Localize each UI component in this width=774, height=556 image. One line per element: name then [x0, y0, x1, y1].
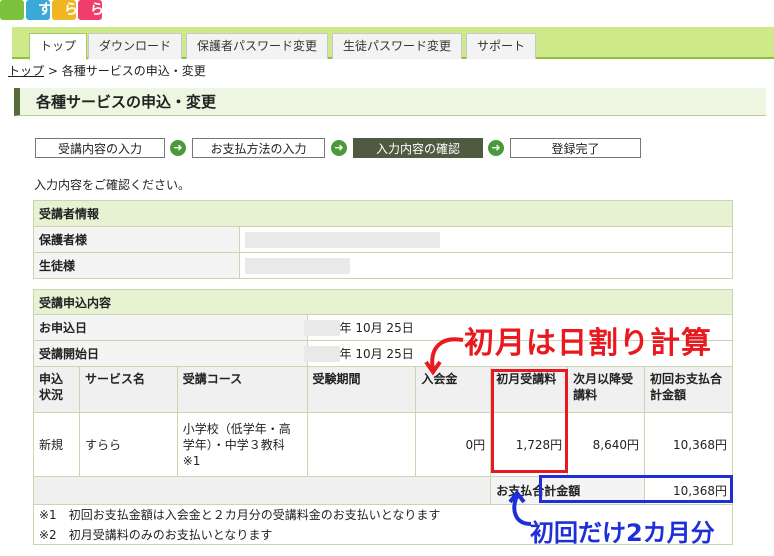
app-logo[interactable]: すらら [0, 0, 124, 22]
breadcrumb: トップ > 各種サービスの申込・変更 [8, 62, 206, 79]
step-input: 受講内容の入力 [35, 138, 165, 158]
guardian-label: 保護者様 [33, 226, 240, 253]
annotation-red: 初月は日割り計算 [464, 326, 712, 361]
section-header: 受講申込内容 [33, 289, 733, 315]
row-status: 新規 [33, 412, 80, 477]
breadcrumb-separator: > [47, 64, 58, 78]
apply-date-label: お申込日 [33, 314, 308, 341]
row-service: すらら [78, 412, 178, 477]
tab-guardian-password[interactable]: 保護者パスワード変更 [186, 33, 329, 59]
student-info-table: 受講者情報 保護者様 生徒様 [33, 200, 733, 279]
highlight-first-month [491, 369, 568, 473]
table-row: 新規 すらら 小学校（低学年・高学年）・中学３教科 ※1 0円 1,728円 8,… [33, 412, 733, 477]
col-next-month-fee: 次月以降受講料 [567, 366, 646, 413]
arrow-right-icon: ➜ [331, 140, 347, 156]
instruction-text: 入力内容をご確認ください。 [34, 178, 191, 192]
start-date-label: 受講開始日 [33, 340, 308, 367]
section-header: 受講者情報 [33, 200, 733, 227]
row-first-total: 10,368円 [644, 412, 733, 477]
logo-leaf-icon [0, 0, 24, 20]
arrow-right-icon: ➜ [488, 140, 504, 156]
highlight-total [539, 475, 733, 503]
row-period [306, 412, 417, 477]
tab-download[interactable]: ダウンロード [88, 33, 183, 59]
tab-student-password[interactable]: 生徒パスワード変更 [332, 33, 463, 59]
col-status: 申込状況 [33, 366, 80, 413]
arrow-right-icon: ➜ [170, 140, 186, 156]
breadcrumb-current: 各種サービスの申込・変更 [61, 64, 206, 78]
row-entry-fee: 0円 [415, 412, 492, 477]
col-first-total: 初回お支払合計金額 [644, 366, 733, 413]
page-title: 各種サービスの申込・変更 [14, 88, 766, 116]
breadcrumb-home-link[interactable]: トップ [8, 64, 44, 78]
tab-top[interactable]: トップ [29, 33, 88, 60]
tab-support[interactable]: サポート [466, 33, 537, 59]
student-value [239, 252, 733, 279]
row-course: 小学校（低学年・高学年）・中学３教科 ※1 [176, 412, 308, 477]
guardian-value [239, 226, 733, 253]
logo-text: すらら [38, 2, 116, 18]
step-complete: 登録完了 [510, 138, 641, 158]
col-course: 受講コース [176, 366, 308, 413]
annotation-blue: 初回だけ2カ月分 [530, 519, 715, 547]
student-label: 生徒様 [33, 252, 240, 279]
step-payment: お支払方法の入力 [192, 138, 325, 158]
col-period: 受験期間 [306, 366, 417, 413]
step-confirm: 入力内容の確認 [353, 138, 483, 158]
row-next-month-fee: 8,640円 [567, 412, 646, 477]
col-service: サービス名 [78, 366, 178, 413]
